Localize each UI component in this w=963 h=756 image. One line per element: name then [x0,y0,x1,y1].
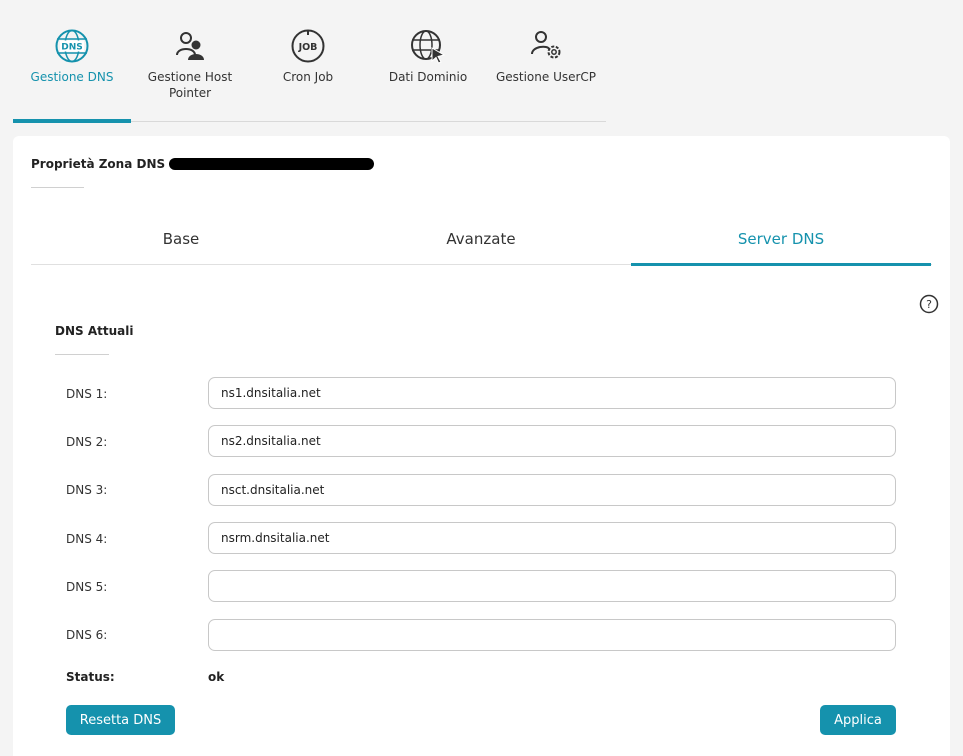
status-label: Status: [66,670,115,684]
nav-label: Gestione UserCP [495,70,597,84]
dns3-label: DNS 3: [66,483,108,497]
redacted-domain [169,158,374,170]
svg-text:DNS: DNS [61,43,83,53]
dns-globe-icon: DNS [55,29,89,63]
help-icon[interactable]: ? [919,294,939,314]
dns3-input[interactable] [208,474,896,506]
user-group-icon [176,32,204,60]
nav-gestione-host-pointer[interactable]: Gestione Host Pointer [131,0,249,122]
nav-label: Gestione DNS [30,70,114,84]
nav-label: Cron Job [282,70,334,84]
dns4-input[interactable] [208,522,896,554]
svg-text:?: ? [926,298,932,311]
tab-server-dns[interactable]: Server DNS [631,218,931,266]
section-title: DNS Attuali [55,324,134,338]
status-value: ok [208,670,225,684]
tab-bar: Base Avanzate Server DNS [31,218,932,266]
dns5-label: DNS 5: [66,580,108,594]
title-divider [31,187,84,188]
nav-gestione-usercp[interactable]: Gestione UserCP [489,0,603,122]
nav-dati-dominio[interactable]: Dati Dominio [367,0,489,122]
apply-button[interactable]: Applica [820,705,896,735]
card-title: Proprietà Zona DNS [31,157,166,171]
globe-cursor-icon [411,30,446,64]
dns5-input[interactable] [208,570,896,602]
dns-zone-card: Proprietà Zona DNS Base Avanzate Server … [13,136,950,756]
tab-base[interactable]: Base [31,218,331,265]
section-divider [55,354,109,355]
nav-label: Dati Dominio [388,70,468,84]
nav-label: Gestione Host Pointer [147,70,233,100]
dns6-label: DNS 6: [66,628,108,642]
dns4-label: DNS 4: [66,532,108,546]
svg-text:JOB: JOB [298,42,318,53]
nav-gestione-dns[interactable]: DNS Gestione DNS [13,0,131,123]
dns1-label: DNS 1: [66,387,108,401]
nav-cron-job[interactable]: JOB Cron Job [249,0,367,122]
top-nav: DNS Gestione DNS Gestione Host Pointer J… [13,0,606,123]
tab-avanzate[interactable]: Avanzate [331,218,631,265]
job-icon: JOB [291,29,325,63]
dns2-input[interactable] [208,425,896,457]
dns2-label: DNS 2: [66,435,108,449]
dns1-input[interactable] [208,377,896,409]
dns6-input[interactable] [208,619,896,651]
reset-dns-button[interactable]: Resetta DNS [66,705,175,735]
user-gear-icon [531,31,561,59]
